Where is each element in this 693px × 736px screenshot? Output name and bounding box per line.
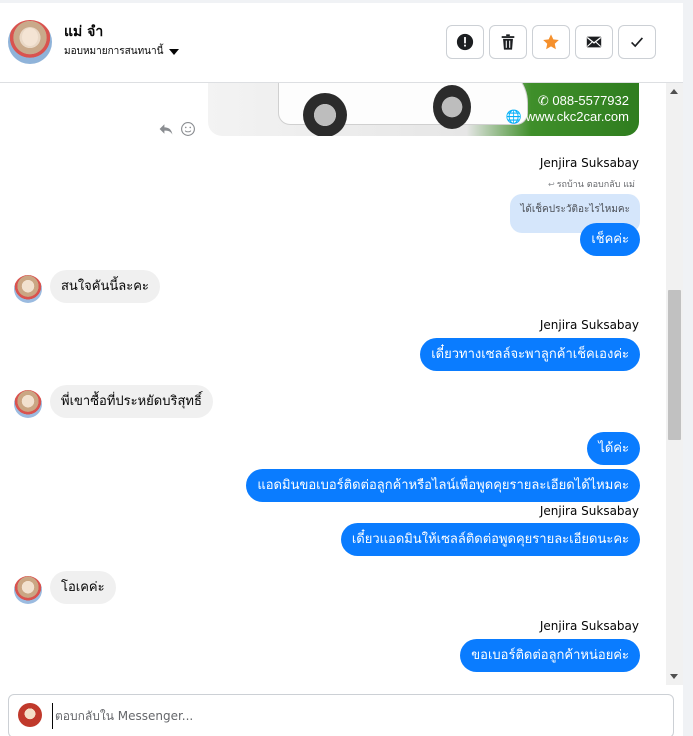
- page-avatar: [18, 703, 42, 727]
- outgoing-message[interactable]: เช็คค่ะ: [580, 223, 640, 256]
- assign-conversation-label: มอบหมายการสนทนานี้: [64, 46, 164, 57]
- outgoing-message[interactable]: เดี๋ยวทางเซลล์จะพาลูกค้าเช็คเองค่ะ: [420, 338, 640, 371]
- mark-spam-button[interactable]: [446, 25, 484, 59]
- contact-avatar-small[interactable]: [14, 576, 42, 604]
- car-wheel: [303, 93, 347, 136]
- outgoing-message[interactable]: เดี๋ยวแอดมินให้เซลล์ติดต่อพูดคุยรายละเอี…: [340, 523, 640, 556]
- trash-icon: [501, 34, 515, 50]
- outgoing-message[interactable]: ขอเบอร์ติดต่อลูกค้าหน่อยค่ะ: [460, 639, 640, 672]
- scroll-up-arrow-icon[interactable]: [670, 89, 678, 94]
- right-gutter: [683, 0, 693, 736]
- mark-unread-button[interactable]: [575, 25, 613, 59]
- outgoing-message[interactable]: ได้ค่ะ: [587, 432, 640, 465]
- reply-input[interactable]: [52, 703, 652, 729]
- outgoing-message[interactable]: แอดมินขอเบอร์ติดต่อลูกค้าหรือไลน์เพื่อพู…: [246, 469, 640, 502]
- contact-avatar[interactable]: [8, 20, 52, 64]
- sender-name: Jenjira Suksabay: [539, 318, 639, 332]
- incoming-message[interactable]: พี่เขาซื้อที่ประหยัดบริสุทธิ์: [50, 385, 213, 418]
- star-icon: [543, 34, 559, 50]
- contact-avatar-small[interactable]: [14, 390, 42, 418]
- star-button[interactable]: [532, 25, 570, 59]
- message-scrollbar[interactable]: [666, 83, 683, 685]
- incoming-message[interactable]: สนใจคันนี้ละคะ: [50, 270, 160, 303]
- envelope-icon: [586, 36, 602, 48]
- image-website-text: 🌐 www.ckc2car.com: [505, 109, 629, 124]
- incoming-message[interactable]: โอเคค่ะ: [50, 571, 116, 604]
- conversation-actions: [446, 25, 656, 59]
- delete-button[interactable]: [489, 25, 527, 59]
- contact-avatar-small[interactable]: [14, 275, 42, 303]
- assign-conversation-dropdown[interactable]: มอบหมายการสนทนานี้: [64, 44, 180, 59]
- car-wheel: [433, 85, 471, 129]
- checkmark-icon: [631, 37, 644, 48]
- image-attachment[interactable]: ✆ 088-5577932 🌐 www.ckc2car.com: [208, 83, 639, 136]
- sender-name: Jenjira Suksabay: [539, 504, 639, 518]
- header-top-border: [0, 0, 683, 3]
- message-composer: [8, 694, 674, 736]
- scroll-down-arrow-icon[interactable]: [670, 674, 678, 679]
- reply-icon[interactable]: [158, 121, 174, 137]
- caret-down-icon: [169, 48, 180, 55]
- emoji-icon[interactable]: [180, 121, 196, 137]
- alert-circle-icon: [456, 33, 474, 51]
- scroll-thumb[interactable]: [668, 290, 681, 440]
- done-button[interactable]: [618, 25, 656, 59]
- sender-name: Jenjira Suksabay: [539, 619, 639, 633]
- conversation-header: แม่ จำ มอบหมายการสนทนานี้: [0, 0, 683, 83]
- reply-small-icon: ↩: [547, 179, 555, 189]
- message-tools: [158, 121, 196, 137]
- contact-name[interactable]: แม่ จำ: [64, 21, 103, 43]
- sender-name: Jenjira Suksabay: [539, 156, 639, 170]
- reply-note: ↩ รถบ้าน ตอบกลับ แม่: [547, 179, 635, 191]
- image-phone-text: ✆ 088-5577932: [537, 93, 629, 108]
